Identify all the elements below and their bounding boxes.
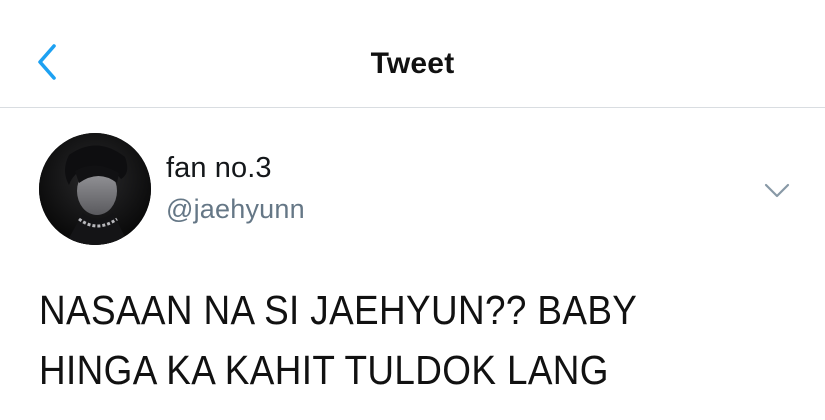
author-handle[interactable]: @jaehyunn	[166, 194, 305, 225]
avatar-image	[39, 133, 151, 245]
tweet-text-line: NASAAN NA SI JAEHYUN?? BABY	[39, 287, 638, 333]
page-title: Tweet	[370, 47, 455, 80]
author-display-name[interactable]: fan no.3	[166, 152, 272, 185]
tweet-text-line: HINGA KA KAHIT TULDOK LANG	[39, 347, 609, 393]
avatar[interactable]	[39, 133, 151, 245]
tweet-header: fan no.3 @jaehyunn	[0, 108, 825, 258]
nav-bar: Tweet	[0, 0, 825, 108]
tweet-menu-button[interactable]	[764, 182, 790, 200]
tweet-text: NASAAN NA SI JAEHYUN?? BABY HINGA KA KAH…	[39, 280, 723, 400]
chevron-down-icon	[764, 183, 790, 198]
